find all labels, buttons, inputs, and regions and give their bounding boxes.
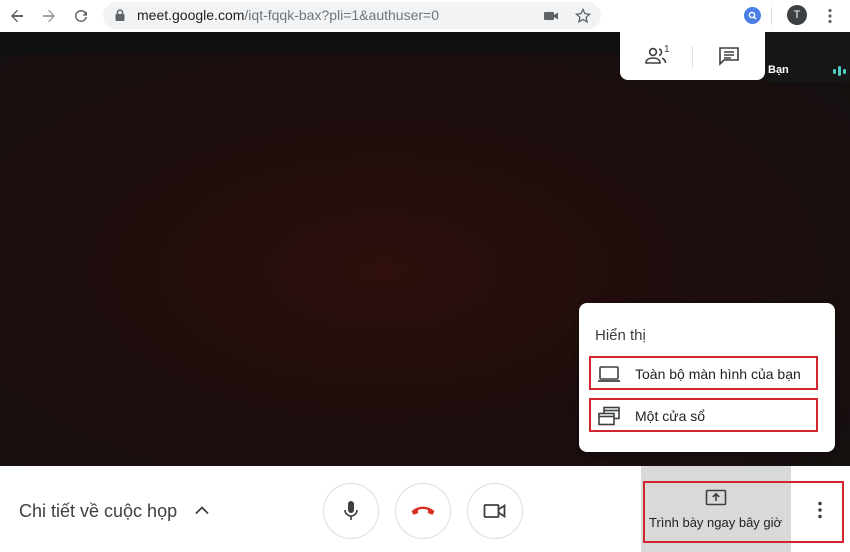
lock-icon [115, 9, 125, 21]
meeting-top-panel: 1 [620, 32, 765, 80]
participant-count: 1 [664, 44, 670, 55]
hang-up-button[interactable] [395, 483, 451, 539]
kebab-menu-icon[interactable] [820, 4, 840, 28]
present-entire-screen-option[interactable]: Toàn bộ màn hình của bạn [589, 356, 818, 390]
present-now-label: Trình bày ngay bây giờ [649, 515, 783, 530]
present-window-option[interactable]: Một cửa sổ [589, 398, 818, 432]
url-host: meet.google.com [137, 7, 245, 23]
reload-icon[interactable] [69, 4, 93, 28]
meeting-controls-bar: Chi tiết về cuộc họp Trình bày ngay bây … [0, 466, 850, 552]
camera-toggle-button[interactable] [467, 483, 523, 539]
address-bar[interactable]: meet.google.com/iqt-fqqk-bax?pli=1&authu… [103, 2, 601, 29]
camera-icon[interactable] [541, 6, 561, 26]
video-camera-icon [483, 503, 506, 519]
hang-up-icon [411, 506, 435, 515]
more-options-icon[interactable] [810, 498, 830, 522]
people-button[interactable]: 1 [620, 32, 693, 80]
url-path: /iqt-fqqk-bax?pli=1&authuser=0 [244, 7, 439, 23]
toolbar-divider [771, 7, 772, 25]
avatar[interactable]: T [787, 5, 807, 25]
chat-button[interactable] [693, 32, 766, 80]
chat-icon [718, 47, 739, 66]
audio-level-icon [833, 66, 846, 76]
back-arrow-icon[interactable] [5, 4, 29, 28]
star-icon[interactable] [573, 6, 593, 26]
present-window-label: Một cửa sổ [635, 408, 706, 424]
url-text: meet.google.com/iqt-fqqk-bax?pli=1&authu… [137, 7, 439, 23]
present-menu: Hiển thị Toàn bộ màn hình của bạn Một cử… [579, 303, 835, 452]
present-menu-title: Hiển thị [595, 327, 646, 344]
microphone-button[interactable] [323, 483, 379, 539]
laptop-icon [597, 364, 621, 384]
self-label: Bạn [768, 64, 789, 76]
meeting-details-link[interactable]: Chi tiết về cuộc họp [19, 501, 177, 522]
present-entire-screen-label: Toàn bộ màn hình của bạn [635, 366, 801, 382]
microphone-icon [344, 501, 358, 520]
browser-toolbar: meet.google.com/iqt-fqqk-bax?pli=1&authu… [0, 0, 850, 32]
extension-icon[interactable] [744, 7, 761, 24]
window-icon [597, 406, 621, 426]
chevron-up-icon[interactable] [192, 500, 212, 520]
present-screen-icon [704, 488, 728, 508]
forward-arrow-icon[interactable] [37, 4, 61, 28]
